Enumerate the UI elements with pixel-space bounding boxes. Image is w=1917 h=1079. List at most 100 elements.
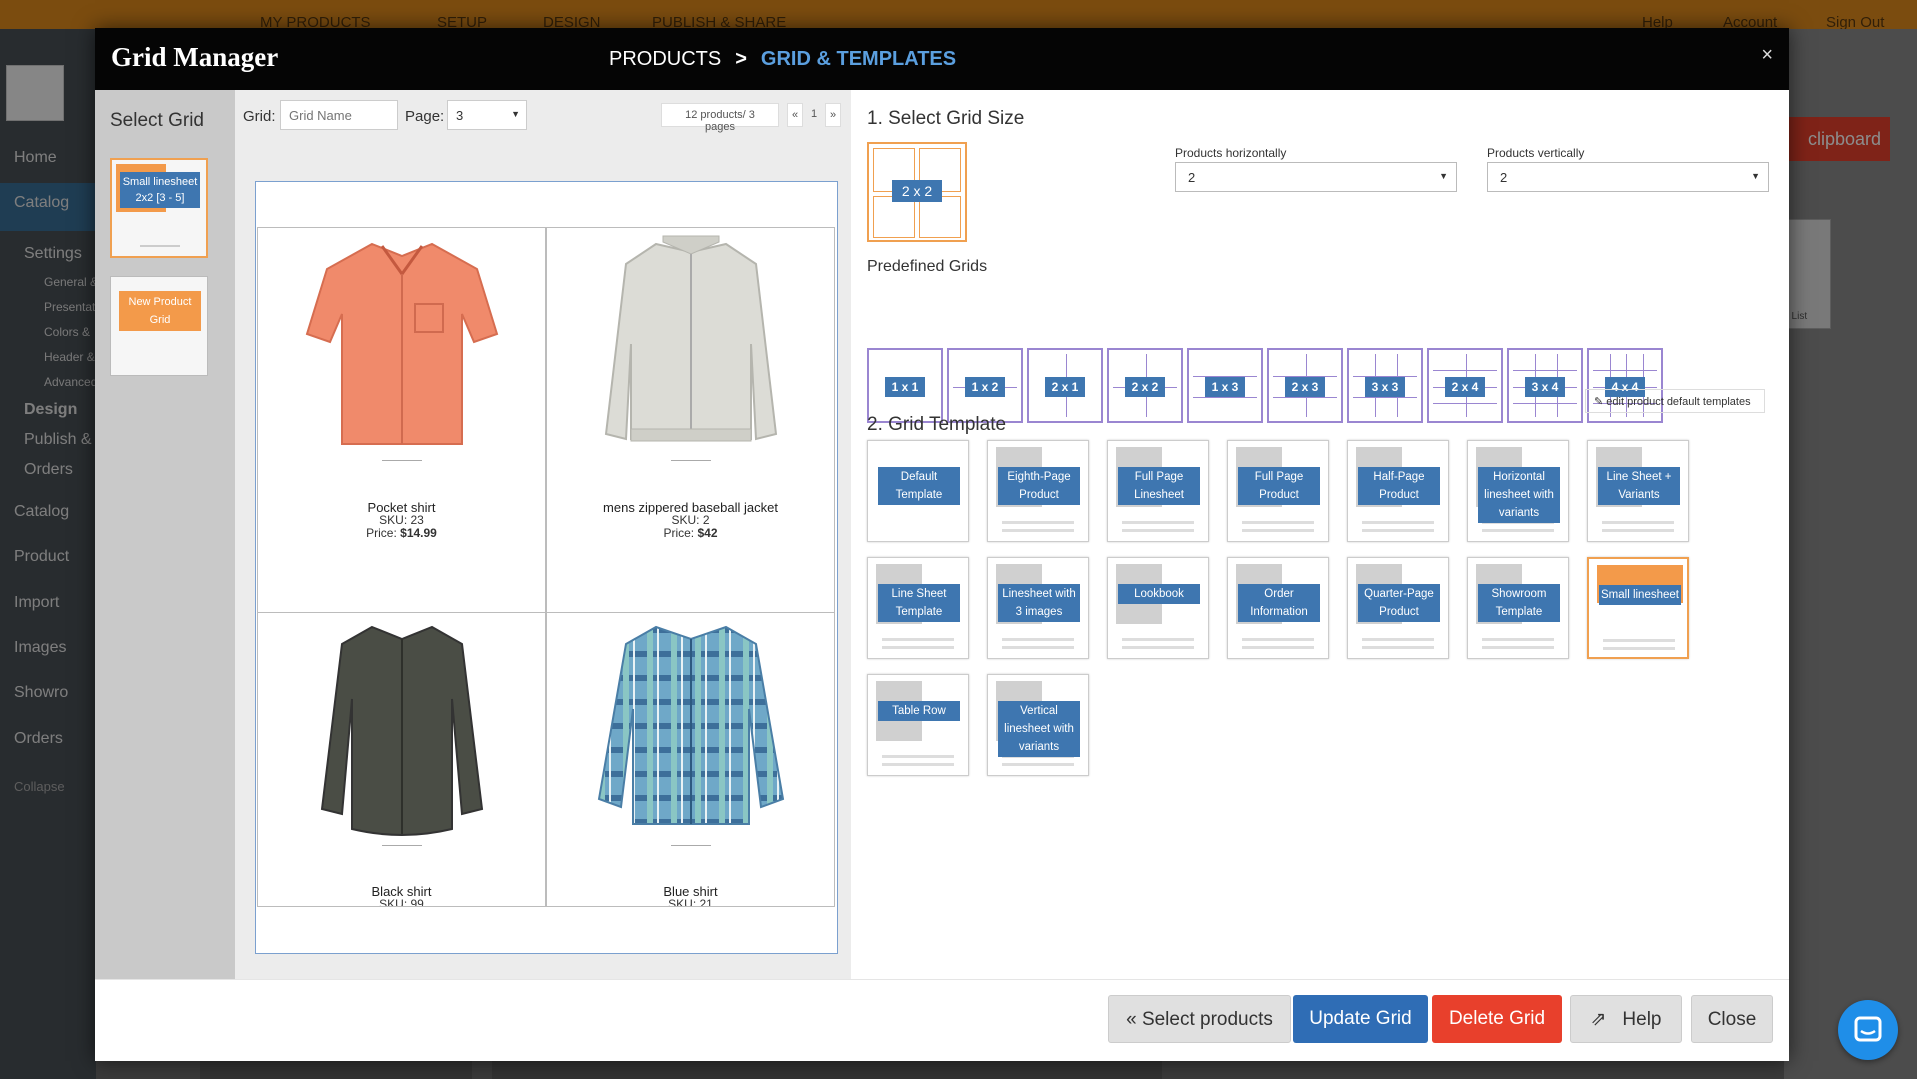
template-line (1122, 638, 1194, 641)
external-link-icon: ⇗ (1590, 1009, 1607, 1030)
grid-line (1273, 397, 1337, 398)
grid-preview-panel: Grid: Page: 3▼ 12 products/ 3 pages « 1 … (235, 90, 851, 979)
grid-name-input[interactable] (280, 100, 398, 130)
grid-line (1193, 397, 1257, 398)
predefined-grid-label: 3 x 4 (1525, 377, 1565, 397)
predefined-grid-1x2[interactable]: 1 x 2 (947, 348, 1023, 423)
page-select[interactable]: 3 ▼ (447, 100, 527, 130)
v-select-value: 2 (1500, 170, 1508, 185)
template-quarter-page-product[interactable]: Quarter-Page Product (1347, 557, 1449, 659)
predefined-grid-1x3[interactable]: 1 x 3 (1187, 348, 1263, 423)
product-sku: SKU: 23 (379, 513, 424, 527)
predefined-grid-label: 1 x 3 (1205, 377, 1245, 397)
breadcrumb-products[interactable]: PRODUCTS (609, 48, 721, 70)
template-label: Full Page Product (1238, 467, 1320, 505)
cell-divider (382, 460, 422, 461)
template-lookbook[interactable]: Lookbook (1107, 557, 1209, 659)
help-button[interactable]: ⇗ Help (1570, 995, 1682, 1043)
grid-line (1513, 403, 1577, 404)
current-grid-size-preview: 2 x 2 (867, 142, 967, 242)
predefined-grid-3x3[interactable]: 3 x 3 (1347, 348, 1423, 423)
price-value: $14.99 (400, 526, 437, 540)
template-vertical-linesheet-with-variants[interactable]: Vertical linesheet with variants (987, 674, 1089, 776)
template-label: Default Template (878, 467, 960, 505)
grid-thumb-small-linesheet[interactable]: Small linesheet 2x2 [3 - 5] (110, 158, 208, 258)
template-full-page-product[interactable]: Full Page Product (1227, 440, 1329, 542)
template-line (1002, 529, 1074, 532)
grid-cell-product[interactable]: Black shirt SKU: 99 (257, 612, 546, 907)
template-order-information[interactable]: Order Information (1227, 557, 1329, 659)
template-horizontal-linesheet-with-variants[interactable]: Horizontal linesheet with variants (1467, 440, 1569, 542)
breadcrumb: PRODUCTS > GRID & TEMPLATES (609, 48, 956, 71)
template-line-sheet-template[interactable]: Line Sheet Template (867, 557, 969, 659)
product-image-baseball-jacket (604, 235, 778, 442)
template-label: Table Row (878, 701, 960, 721)
pager-prev[interactable]: « (787, 103, 803, 127)
update-grid-button[interactable]: Update Grid (1293, 995, 1428, 1043)
predefined-grid-3x4[interactable]: 3 x 4 (1507, 348, 1583, 423)
pager-page[interactable]: 1 (805, 103, 823, 127)
template-line (1002, 646, 1074, 649)
grid-thumb-label: New Product Grid (119, 291, 201, 331)
close-button[interactable]: Close (1691, 995, 1773, 1043)
select-grid-panel: Select Grid Small linesheet 2x2 [3 - 5] … (95, 90, 235, 979)
products-horizontally-select[interactable]: 2 ▼ (1175, 162, 1457, 192)
template-label: Line Sheet Template (878, 584, 960, 622)
cell-divider (671, 845, 711, 846)
template-line (1482, 529, 1554, 532)
grid-toolbar: Grid: Page: 3▼ 12 products/ 3 pages « 1 … (235, 90, 851, 170)
template-label: Quarter-Page Product (1358, 584, 1440, 622)
predefined-grid-2x2[interactable]: 2 x 2 (1107, 348, 1183, 423)
template-line (1122, 521, 1194, 524)
edit-icon: ✎ (1594, 396, 1604, 408)
predefined-grids-heading: Predefined Grids (867, 258, 988, 275)
grid-page-canvas: Pocket shirt SKU: 23 Price: $14.99 mens … (255, 181, 838, 954)
size-cell (873, 196, 915, 238)
template-small-linesheet[interactable]: Small linesheet (1587, 557, 1689, 659)
template-line-sheet-variants[interactable]: Line Sheet + Variants (1587, 440, 1689, 542)
template-line (1242, 521, 1314, 524)
predefined-grid-2x4[interactable]: 2 x 4 (1427, 348, 1503, 423)
template-linesheet-with-3-images[interactable]: Linesheet with 3 images (987, 557, 1089, 659)
products-vertically-select[interactable]: 2 ▼ (1487, 162, 1769, 192)
grid-cell-product[interactable]: mens zippered baseball jacket SKU: 2 Pri… (546, 227, 835, 613)
cell-divider (382, 845, 422, 846)
grid-thumb-line (140, 245, 180, 247)
grid-cell-product[interactable]: Blue shirt SKU: 21 (546, 612, 835, 907)
template-half-page-product[interactable]: Half-Page Product (1347, 440, 1449, 542)
delete-grid-button[interactable]: Delete Grid (1432, 995, 1562, 1043)
predefined-grid-2x1[interactable]: 2 x 1 (1027, 348, 1103, 423)
template-line (1602, 521, 1674, 524)
predefined-grid-1x1[interactable]: 1 x 1 (867, 348, 943, 423)
template-line (1242, 529, 1314, 532)
price-label: Price: (663, 526, 695, 540)
product-sku: SKU: 21 (668, 897, 713, 907)
template-full-page-linesheet[interactable]: Full Page Linesheet (1107, 440, 1209, 542)
grid-cell-product[interactable]: Pocket shirt SKU: 23 Price: $14.99 (257, 227, 546, 613)
chevron-down-icon: ▼ (511, 109, 520, 119)
grid-thumb-new-product-grid[interactable]: New Product Grid (110, 276, 208, 376)
grid-line (1353, 397, 1417, 398)
edit-default-templates-button[interactable]: ✎ edit product default templates (1585, 389, 1765, 413)
page-select-value: 3 (456, 108, 464, 123)
modal-header: Grid Manager PRODUCTS > GRID & TEMPLATES × (95, 28, 1789, 90)
template-eighth-page-product[interactable]: Eighth-Page Product (987, 440, 1089, 542)
chat-widget-button[interactable] (1838, 1000, 1898, 1060)
close-icon[interactable]: × (1761, 44, 1773, 67)
template-table-row[interactable]: Table Row (867, 674, 969, 776)
grid-settings-panel: 1. Select Grid Size 2 x 2 Products horiz… (851, 90, 1789, 979)
template-showroom-template[interactable]: Showroom Template (1467, 557, 1569, 659)
select-grid-heading: Select Grid (110, 110, 204, 131)
template-label: Order Information (1238, 584, 1320, 622)
breadcrumb-chevron-icon: > (735, 48, 747, 70)
grid-line (1433, 403, 1497, 404)
predefined-grid-2x3[interactable]: 2 x 3 (1267, 348, 1343, 423)
template-label: Half-Page Product (1358, 467, 1440, 505)
product-price: Price: $14.99 (258, 526, 545, 540)
template-default-template[interactable]: Default Template (867, 440, 969, 542)
template-line (1002, 521, 1074, 524)
template-label: Line Sheet + Variants (1598, 467, 1680, 505)
pager-next[interactable]: » (825, 103, 841, 127)
grid-thumb-label: Small linesheet 2x2 [3 - 5] (120, 172, 200, 208)
select-products-button[interactable]: « Select products (1108, 995, 1291, 1043)
